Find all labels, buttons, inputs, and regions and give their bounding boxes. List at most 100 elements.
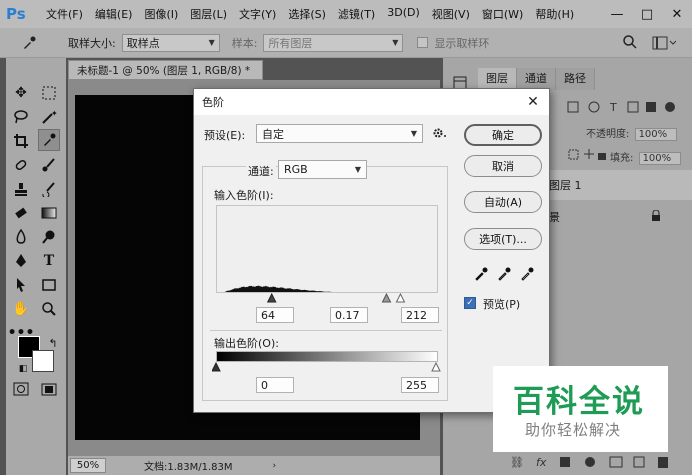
input-black-value: 64 bbox=[261, 308, 275, 322]
screen-mode-icon[interactable] bbox=[38, 378, 60, 400]
svg-text:⛓: ⛓ bbox=[510, 456, 524, 469]
gray-point-eyedropper-icon[interactable] bbox=[496, 266, 512, 282]
menu-item[interactable]: 文字(Y) bbox=[233, 6, 282, 22]
menu-item[interactable]: 窗口(W) bbox=[476, 6, 529, 22]
output-white-field[interactable]: 255 bbox=[401, 377, 439, 393]
lasso-tool-icon[interactable] bbox=[10, 106, 32, 128]
hand-tool-icon[interactable]: ✋ bbox=[10, 298, 32, 320]
separator bbox=[210, 330, 442, 331]
menu-item[interactable]: 滤镜(T) bbox=[332, 6, 381, 22]
document-title: 未标题-1 @ 50% (图层 1, RGB/8) * bbox=[77, 64, 251, 77]
lock-icons[interactable] bbox=[568, 149, 608, 164]
input-black-thumb[interactable] bbox=[266, 293, 277, 303]
input-gamma-thumb[interactable] bbox=[381, 293, 392, 303]
opacity-field[interactable]: 100% bbox=[634, 128, 677, 141]
panel-tab[interactable]: 路径 bbox=[556, 68, 595, 90]
eyedropper-icon[interactable] bbox=[38, 129, 60, 151]
menu-item[interactable]: 图像(I) bbox=[138, 6, 184, 22]
input-white-thumb[interactable] bbox=[395, 293, 406, 303]
output-slider[interactable] bbox=[212, 362, 444, 372]
output-white-thumb[interactable] bbox=[431, 362, 441, 372]
menu-item[interactable]: 编辑(E) bbox=[89, 6, 139, 22]
histogram-graph bbox=[217, 206, 437, 292]
dialog-titlebar[interactable]: 色阶 ✕ bbox=[194, 89, 549, 115]
input-white-value: 212 bbox=[406, 308, 427, 322]
sample-size-select[interactable]: 取样点 ▼ bbox=[121, 33, 220, 52]
options-button[interactable]: 选项(T)... bbox=[464, 228, 542, 250]
zoom-field[interactable]: 50% bbox=[70, 458, 106, 473]
auto-button[interactable]: 自动(A) bbox=[464, 191, 542, 213]
input-black-field[interactable]: 64 bbox=[256, 307, 294, 323]
dodge-tool-icon[interactable] bbox=[38, 226, 60, 248]
document-tab[interactable]: 未标题-1 @ 50% (图层 1, RGB/8) * bbox=[68, 60, 263, 80]
lock-icon bbox=[651, 209, 661, 225]
type-tool-icon[interactable]: T bbox=[38, 250, 60, 272]
input-slider[interactable] bbox=[216, 293, 438, 303]
panel-tab[interactable]: 通道 bbox=[517, 68, 556, 90]
marquee-tool-icon[interactable] bbox=[38, 82, 60, 104]
pen-tool-icon[interactable] bbox=[10, 250, 32, 272]
layer-panel-footer-icons[interactable]: ⛓ fx bbox=[510, 455, 680, 472]
zoom-value: 50% bbox=[76, 460, 100, 471]
preset-select[interactable]: 自定 ▼ bbox=[256, 124, 423, 143]
chevron-down-icon: ▼ bbox=[392, 38, 399, 47]
watermark: 百科全说 助你轻松解决 bbox=[493, 366, 668, 452]
preview-checkbox[interactable]: ✓ bbox=[464, 297, 476, 309]
swap-colors-icon[interactable]: ↰ bbox=[42, 332, 64, 354]
menu-bar: Ps 文件(F) 编辑(E) 图像(I) 图层(L) 文字(Y) 选择(S) 滤镜(T) 3D… bbox=[0, 0, 692, 28]
show-ring-checkbox[interactable] bbox=[417, 37, 429, 48]
menu-item[interactable]: 文件(F) bbox=[40, 6, 89, 22]
show-ring-label: 显示取样环 bbox=[434, 36, 490, 50]
dialog-close-button[interactable]: ✕ bbox=[523, 92, 543, 112]
crop-tool-icon[interactable] bbox=[10, 130, 32, 152]
output-black-field[interactable]: 0 bbox=[256, 377, 294, 393]
menu-item[interactable]: 视图(V) bbox=[426, 6, 476, 22]
panel-filter-icons[interactable]: T bbox=[566, 100, 678, 117]
cancel-button[interactable]: 取消 bbox=[464, 155, 542, 177]
move-tool-icon[interactable]: ✥ bbox=[10, 82, 32, 104]
white-point-eyedropper-icon[interactable] bbox=[519, 266, 535, 282]
history-brush-icon[interactable] bbox=[38, 178, 60, 200]
sample-select[interactable]: 所有图层 ▼ bbox=[263, 33, 404, 52]
workspace-icon[interactable] bbox=[652, 35, 677, 54]
ok-button[interactable]: 确定 bbox=[464, 124, 542, 146]
maximize-button[interactable]: □ bbox=[632, 0, 662, 28]
brush-tool-icon[interactable] bbox=[38, 154, 60, 176]
default-colors-icon[interactable]: ◧ bbox=[12, 358, 34, 380]
black-point-eyedropper-icon[interactable] bbox=[473, 266, 489, 282]
output-black-thumb[interactable] bbox=[212, 362, 221, 372]
search-icon[interactable] bbox=[622, 34, 638, 53]
input-gamma-value: 0.17 bbox=[335, 308, 360, 322]
gradient-tool-icon[interactable] bbox=[38, 202, 60, 224]
panel-tab[interactable]: 图层 bbox=[478, 68, 517, 90]
status-bar: 50% 文档:1.83M/1.83M › bbox=[68, 456, 440, 475]
input-white-field[interactable]: 212 bbox=[401, 307, 439, 323]
magic-wand-icon[interactable]: ✦ bbox=[38, 106, 60, 128]
minimize-button[interactable]: — bbox=[602, 0, 632, 28]
preview-label: 预览(P) bbox=[483, 298, 521, 311]
sample-size-label: 取样大小: bbox=[68, 36, 116, 50]
output-white-value: 255 bbox=[406, 378, 427, 392]
preset-options-gear-icon[interactable] bbox=[432, 127, 448, 142]
blur-tool-icon[interactable] bbox=[10, 226, 32, 248]
eraser-icon[interactable] bbox=[10, 202, 32, 224]
channel-select[interactable]: RGB ▼ bbox=[278, 160, 367, 179]
rectangle-tool-icon[interactable] bbox=[38, 274, 60, 296]
channel-label: 通道: bbox=[246, 163, 276, 179]
quick-mask-icon[interactable] bbox=[10, 378, 32, 400]
close-window-button[interactable]: ✕ bbox=[662, 0, 692, 28]
chevron-down-icon: ▼ bbox=[354, 165, 361, 174]
menu-item[interactable]: 选择(S) bbox=[282, 6, 332, 22]
chevron-right-icon[interactable]: › bbox=[273, 461, 277, 471]
input-gamma-field[interactable]: 0.17 bbox=[330, 307, 368, 323]
healing-brush-icon[interactable] bbox=[10, 154, 32, 176]
zoom-tool-icon[interactable] bbox=[38, 298, 60, 320]
eyedropper-tool-icon[interactable] bbox=[18, 33, 40, 53]
fill-field[interactable]: 100% bbox=[638, 152, 681, 165]
menu-item[interactable]: 帮助(H) bbox=[529, 6, 580, 22]
clone-stamp-icon[interactable] bbox=[10, 178, 32, 200]
menu-item[interactable]: 3D(D) bbox=[381, 6, 426, 22]
path-selection-icon[interactable] bbox=[10, 274, 32, 296]
output-gradient bbox=[216, 351, 438, 362]
menu-item[interactable]: 图层(L) bbox=[184, 6, 233, 22]
